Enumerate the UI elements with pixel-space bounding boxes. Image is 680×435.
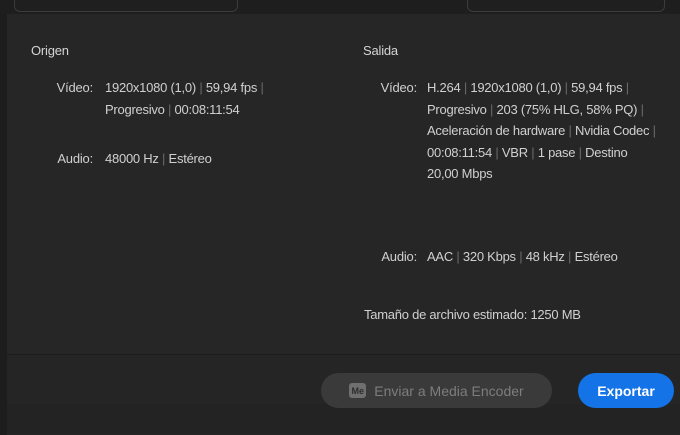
origin-video-value: 1920x1080 (1,0) | 59,94 fps | Progresivo… <box>105 80 264 117</box>
send-to-media-encoder-label: Enviar a Media Encoder <box>374 382 524 399</box>
output-audio-label: Audio: <box>381 249 417 264</box>
origin-video-scan: Progresivo <box>105 101 165 117</box>
output-audio-rate: 48 kHz <box>525 249 565 264</box>
output-video-scan: Progresivo <box>427 101 487 117</box>
output-audio-codec: AAC <box>427 249 453 264</box>
origin-audio-value: 48000 Hz | Estéreo <box>105 151 212 166</box>
summary-panel: Origen Vídeo: 1920x1080 (1,0) | 59,94 fp… <box>7 14 680 354</box>
output-filesize-label: Tamaño de archivo estimado: <box>364 307 528 322</box>
origin-audio-rate: 48000 Hz <box>105 151 159 166</box>
output-video-acceleration: Aceleración de hardware <box>427 123 566 138</box>
origin-video-resolution: 1920x1080 (1,0) <box>105 80 196 95</box>
top-strip <box>0 0 680 14</box>
origin-video-duration: 00:08:11:54 <box>174 101 240 117</box>
top-right-control[interactable] <box>467 0 665 12</box>
output-video-duration: 00:08:11:54 <box>427 144 492 160</box>
export-button[interactable]: Exportar <box>578 373 674 408</box>
origin-audio-label: Audio: <box>57 151 93 166</box>
output-video-encoder: Nvidia Codec <box>574 123 650 138</box>
output-audio-value: AAC | 320 Kbps | 48 kHz | Estéreo <box>427 249 618 264</box>
export-label: Exportar <box>597 382 655 399</box>
output-video-bitrate-mode: VBR <box>501 144 528 160</box>
output-video-passes: 1 pase <box>537 144 576 160</box>
output-video-value: H.264 | 1920x1080 (1,0) | 59,94 fps | Pr… <box>427 80 656 181</box>
media-encoder-icon: Me <box>349 383 367 398</box>
output-video-resolution: 1920x1080 (1,0) <box>470 80 562 95</box>
footer-bottom-strip <box>7 404 680 434</box>
output-filesize: Tamaño de archivo estimado: 1250 MB <box>364 304 664 326</box>
output-video-fps: 59,94 fps <box>571 80 623 95</box>
origin-video-fps: 59,94 fps <box>205 80 258 95</box>
output-filesize-value: 1250 MB <box>530 307 581 322</box>
output-video-hdr: 203 (75% HLG, 58% PQ) <box>496 101 638 117</box>
output-audio-bitrate: 320 Kbps <box>462 249 516 264</box>
output-title: Salida <box>363 43 398 58</box>
output-video-label: Vídeo: <box>380 80 418 95</box>
origin-audio-channels: Estéreo <box>168 151 212 166</box>
origin-video-label: Vídeo: <box>56 80 94 95</box>
output-video-codec: H.264 <box>427 80 461 95</box>
top-left-control[interactable] <box>14 0 238 12</box>
origin-title: Origen <box>31 43 69 58</box>
send-to-media-encoder-button[interactable]: Me Enviar a Media Encoder <box>321 373 552 408</box>
output-audio-channels: Estéreo <box>574 249 618 264</box>
